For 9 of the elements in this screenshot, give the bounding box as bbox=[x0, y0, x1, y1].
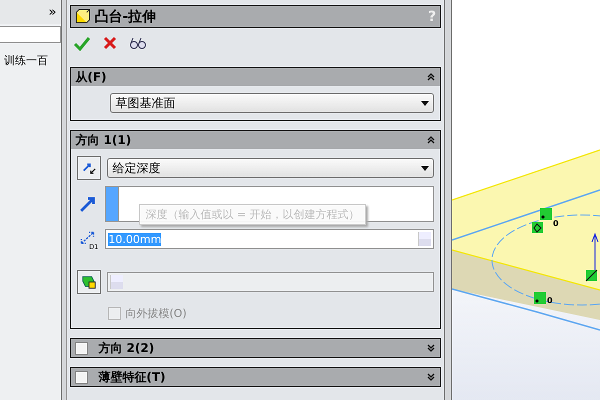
draft-outward-label: 向外拔模(O) bbox=[125, 306, 187, 321]
relation-label: 0 bbox=[547, 296, 553, 305]
section-title: 从(F) bbox=[75, 68, 108, 86]
section-title: 方向 1(1) bbox=[75, 132, 132, 148]
relation-label: 0 bbox=[553, 219, 559, 228]
section-title: 薄壁特征(T) bbox=[98, 368, 167, 386]
panel-title: 凸台-拉伸 bbox=[94, 8, 158, 26]
section-title: 方向 2(2) bbox=[98, 340, 156, 356]
tooltip: 深度（输入值或以 = 开始，以创建方程式） bbox=[139, 204, 366, 225]
